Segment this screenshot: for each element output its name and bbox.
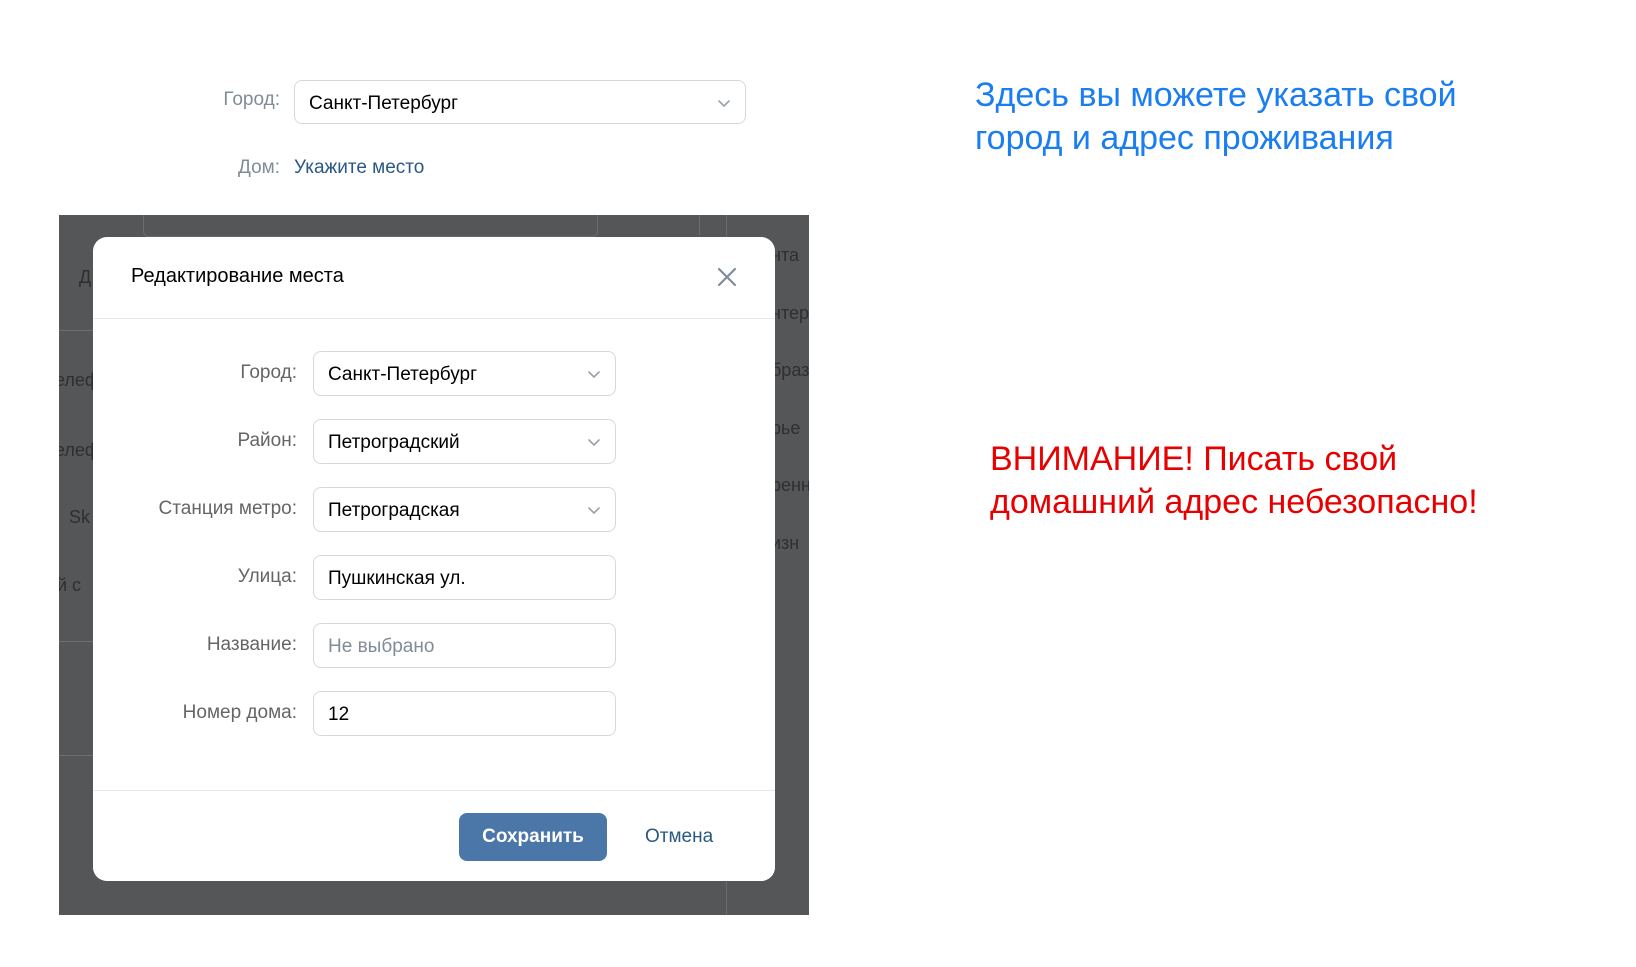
bg-text-fragment: Д <box>79 267 92 287</box>
bg-text-fragment: нта <box>771 245 799 265</box>
save-button[interactable]: Сохранить <box>459 813 607 861</box>
house-number-value: 12 <box>328 704 350 725</box>
bg-text-fragment: браз <box>771 360 809 380</box>
bg-text-fragment: Sk <box>69 507 91 527</box>
cancel-button[interactable]: Отмена <box>645 813 713 861</box>
bg-text-fragment: рье <box>771 418 801 438</box>
modal-header: Редактирование места <box>93 237 775 319</box>
top-city-select[interactable]: Санкт-Петербург <box>294 80 746 124</box>
modal-footer: Сохранить Отмена <box>93 790 775 881</box>
district-label: Район: <box>237 430 297 451</box>
metro-label: Станция метро: <box>158 498 297 519</box>
info-line-1: Здесь вы можете указать свой <box>975 76 1457 114</box>
edit-place-modal: Редактирование места Город: Санкт-Петерб… <box>93 237 775 881</box>
warning-annotation: ВНИМАНИЕ! Писать свой домашний адрес неб… <box>990 438 1610 524</box>
top-home-link[interactable]: Укажите место <box>294 157 424 179</box>
name-label: Название: <box>206 634 297 655</box>
bg-text-fragment: ренн <box>771 475 809 495</box>
street-value: Пушкинская ул. <box>328 568 466 589</box>
name-placeholder: Не выбрано <box>328 636 435 657</box>
close-icon[interactable] <box>715 265 739 289</box>
top-city-value: Санкт-Петербург <box>309 93 459 114</box>
warning-line-1: ВНИМАНИЕ! Писать свой <box>990 440 1398 478</box>
metro-value: Петроградская <box>328 500 460 521</box>
city-select[interactable]: Санкт-Петербург <box>313 351 616 396</box>
house-number-input[interactable]: 12 <box>313 691 616 736</box>
city-label: Город: <box>240 362 297 383</box>
street-label: Улица: <box>237 566 297 587</box>
info-line-2: город и адрес проживания <box>975 119 1394 157</box>
chevron-down-icon <box>717 96 731 110</box>
street-input[interactable]: Пушкинская ул. <box>313 555 616 600</box>
chevron-down-icon <box>587 503 601 517</box>
district-value: Петроградский <box>328 432 460 453</box>
district-select[interactable]: Петроградский <box>313 419 616 464</box>
bg-divider <box>699 215 700 235</box>
bg-text-fragment: нтер <box>771 303 809 323</box>
chevron-down-icon <box>587 367 601 381</box>
info-annotation: Здесь вы можете указать свой город и адр… <box>975 74 1595 160</box>
metro-select[interactable]: Петроградская <box>313 487 616 532</box>
bg-city-select <box>143 215 598 237</box>
top-home-label: Дом: <box>238 157 280 178</box>
city-value: Санкт-Петербург <box>328 364 478 385</box>
name-input[interactable]: Не выбрано <box>313 623 616 668</box>
modal-title: Редактирование места <box>131 265 344 287</box>
chevron-down-icon <box>587 435 601 449</box>
warning-line-2: домашний адрес небезопасно! <box>990 483 1478 521</box>
bg-text-fragment: изн <box>771 533 800 553</box>
house-number-label: Номер дома: <box>182 702 297 723</box>
bg-text-fragment: й с <box>59 575 82 595</box>
top-city-label: Город: <box>223 89 280 110</box>
